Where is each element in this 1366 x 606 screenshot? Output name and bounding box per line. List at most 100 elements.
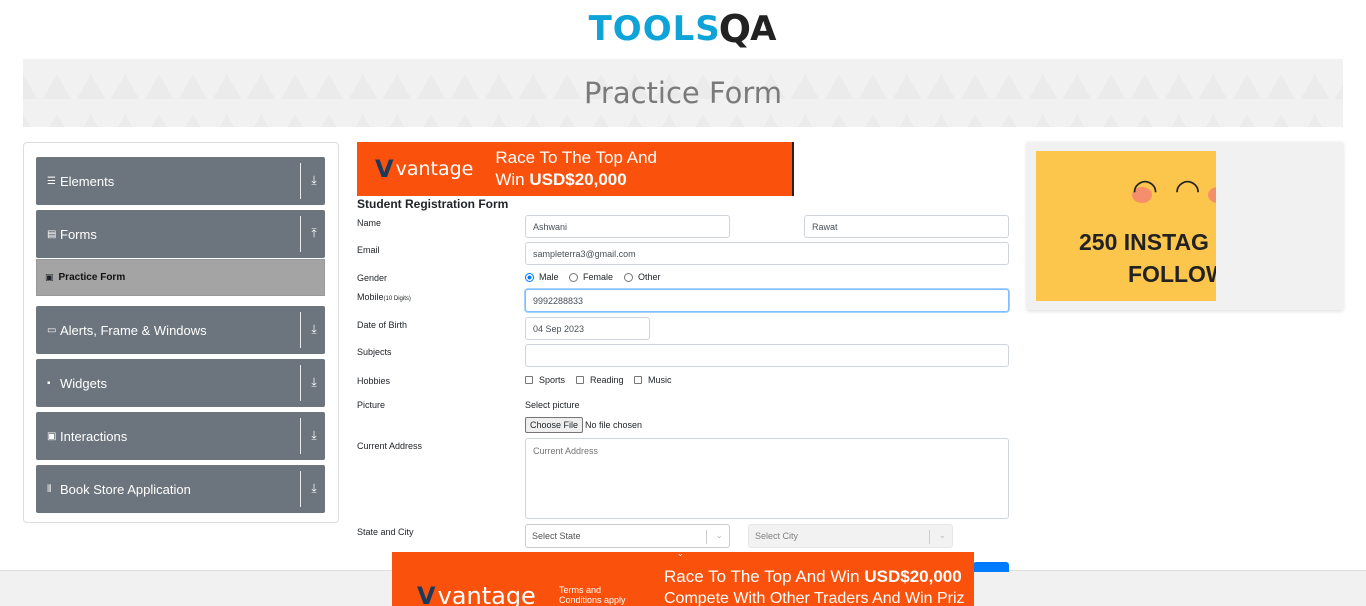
books-icon: ⦀ — [47, 483, 52, 495]
subjects-input[interactable] — [525, 344, 1009, 367]
ad-line-2: Win USD$20,000 — [495, 169, 657, 191]
gender-label: Gender — [357, 273, 388, 283]
terms-line-1: Terms and — [559, 585, 602, 595]
collapse-arrow-icon[interactable]: ⤒ — [308, 226, 320, 241]
sidebar-group-widgets[interactable]: ▪ Widgets ⤓ — [36, 359, 325, 407]
city-placeholder: Select City — [755, 531, 799, 541]
current-address-textarea[interactable]: Current Address — [525, 438, 1009, 519]
gender-radio-other[interactable]: Other — [624, 272, 661, 282]
mobile-hint: (10 Digits) — [383, 296, 411, 302]
ad-bottom-line-1-prefix: Race To The Top And Win — [664, 567, 865, 586]
hobbies-label: Hobbies — [357, 376, 391, 386]
address-label: Current Address — [357, 441, 423, 451]
divider — [300, 216, 301, 252]
ad-banner-bottom[interactable]: ⌄ Vvantage Terms and Conditions apply Ra… — [392, 552, 974, 606]
file-status: No file chosen — [585, 420, 643, 430]
dob-input[interactable]: 04 Sep 2023 — [525, 317, 650, 340]
hobby-checkbox-sports[interactable]: Sports — [525, 375, 565, 385]
sidebar-group-alerts[interactable]: ▭ Alerts, Frame & Windows ⤓ — [36, 306, 325, 354]
hobby-checkbox-music[interactable]: Music — [634, 375, 672, 385]
ad-text: Race To The Top And Win USD$20,000 — [495, 147, 657, 191]
cheek-shape — [1208, 187, 1216, 203]
gender-option-label: Other — [638, 272, 661, 282]
sidebar-group-elements[interactable]: ☰ Elements ⤓ — [36, 157, 325, 205]
state-select[interactable]: Select State ⌄ — [525, 524, 730, 548]
ad-brand-text: vantage — [395, 158, 474, 180]
last-name-input[interactable]: Rawat — [804, 215, 1009, 238]
sidebar-group-interactions[interactable]: ▣ Interactions ⤓ — [36, 412, 325, 460]
vantage-logo: Vvantage — [375, 155, 473, 183]
ad-banner-top[interactable]: Vvantage Race To The Top And Win USD$20,… — [357, 142, 794, 196]
expand-arrow-icon[interactable]: ⤓ — [308, 481, 320, 496]
subjects-label: Subjects — [357, 347, 392, 357]
page-title: Practice Form — [583, 76, 783, 110]
sidebar-group-label: Book Store Application — [60, 481, 191, 497]
divider — [300, 418, 301, 454]
mobile-input[interactable]: 9992288833 — [525, 289, 1009, 312]
city-select: Select City ⌄ — [748, 524, 953, 548]
logo-text-a: A — [750, 9, 778, 49]
vantage-v-icon: V — [375, 155, 394, 183]
state-placeholder: Select State — [532, 531, 581, 541]
divider — [300, 163, 301, 199]
ad-banner-right[interactable]: ◠ ◠ 250 INSTAG FOLLOW — [1027, 142, 1343, 310]
caret-icon[interactable]: ⌄ — [677, 552, 684, 558]
sidebar-group-label: Interactions — [60, 428, 128, 444]
gender-radio-male[interactable]: Male — [525, 272, 559, 282]
hobby-label: Sports — [539, 375, 566, 385]
select-picture-label: Select picture — [525, 400, 580, 410]
radio-icon[interactable] — [569, 272, 578, 282]
name-label: Name — [357, 218, 382, 228]
terms-line-2: Conditions apply — [559, 595, 626, 605]
expand-arrow-icon[interactable]: ⤓ — [308, 428, 320, 443]
header: TOOLS Q A — [0, 0, 1366, 58]
checkbox-icon[interactable] — [525, 376, 533, 384]
radio-checked-icon[interactable] — [525, 272, 534, 282]
sidebar-group-forms[interactable]: ▤ Forms ⤒ — [36, 210, 325, 258]
divider — [929, 530, 930, 544]
gender-option-label: Male — [539, 272, 559, 282]
window-icon: ▭ — [47, 324, 57, 336]
practice-form-icon: ▣ — [45, 272, 54, 282]
ad-image: ◠ ◠ 250 INSTAG FOLLOW — [1036, 151, 1216, 301]
picture-label: Picture — [357, 400, 386, 410]
expand-arrow-icon[interactable]: ⤓ — [308, 173, 320, 188]
choose-file-button[interactable]: Choose File — [525, 417, 584, 433]
sidebar-group-book-store[interactable]: ⦀ Book Store Application ⤓ — [36, 465, 325, 513]
ad-bottom-line-1-amount: USD$20,000 — [864, 567, 962, 586]
sidebar-item-practice-form[interactable]: ▣ Practice Form — [36, 259, 325, 296]
chevron-down-icon: ⌄ — [938, 530, 946, 540]
sidebar-item-label: Practice Form — [58, 272, 126, 283]
widgets-icon: ▪ — [47, 377, 51, 389]
ad-right-line-1: 250 INSTAG — [1079, 229, 1209, 255]
submit-button[interactable] — [973, 562, 1009, 572]
expand-arrow-icon[interactable]: ⤓ — [308, 322, 320, 337]
email-input[interactable]: sampleterra3@gmail.com — [525, 242, 1009, 265]
dob-label: Date of Birth — [357, 320, 408, 330]
hobby-checkbox-reading[interactable]: Reading — [576, 375, 624, 385]
toolsqa-logo[interactable]: TOOLS Q A — [589, 7, 778, 51]
radio-icon[interactable] — [624, 272, 633, 282]
gender-radio-female[interactable]: Female — [569, 272, 613, 282]
chevron-down-icon[interactable]: ⌄ — [715, 530, 723, 541]
ad-right-line-2: FOLLOW — [1128, 261, 1216, 287]
logo-text: TOOLS — [588, 9, 721, 49]
mobile-label-text: Mobile — [357, 292, 384, 302]
first-name-input[interactable]: Ashwani — [525, 215, 730, 238]
hobby-label: Music — [648, 375, 672, 385]
terms-text: Terms and Conditions apply — [559, 585, 626, 605]
gender-option-label: Female — [583, 272, 614, 282]
page-banner: Practice Form — [23, 59, 1343, 127]
form-title: Student Registration Form — [357, 197, 509, 211]
ad-bottom-line-2: Compete With Other Traders And Win Priz — [664, 590, 965, 606]
checkbox-icon[interactable] — [634, 376, 642, 384]
expand-arrow-icon[interactable]: ⤓ — [308, 375, 320, 390]
interactions-icon: ▣ — [47, 430, 57, 442]
checkbox-icon[interactable] — [576, 376, 584, 384]
sidebar-group-label: Forms — [60, 226, 97, 242]
vantage-v-icon: V — [417, 582, 436, 606]
list-icon: ☰ — [47, 175, 56, 187]
ad-bottom-line-1: Race To The Top And Win USD$20,000 — [664, 567, 962, 587]
sidebar-group-label: Elements — [60, 173, 115, 189]
ad-brand-text: vantage — [437, 582, 536, 606]
